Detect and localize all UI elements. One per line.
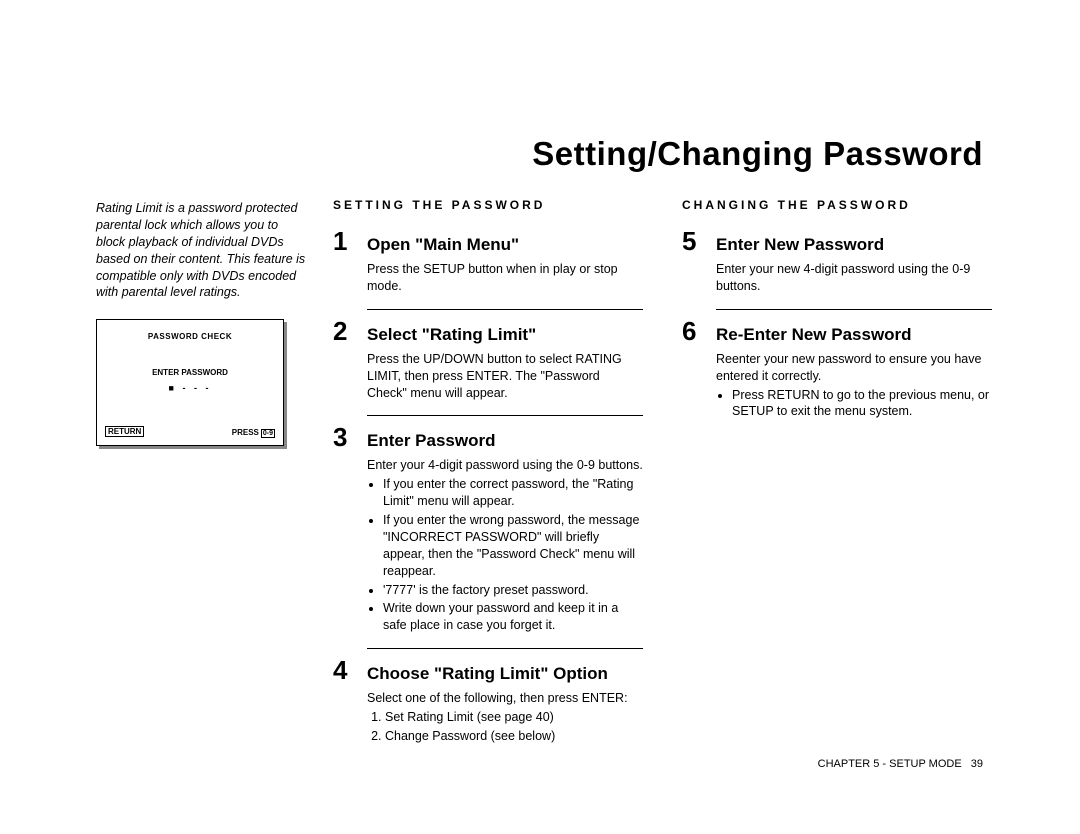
step-2: 2 Select "Rating Limit" Press the UP/DOW… — [333, 316, 643, 402]
step-body-text: Enter your 4-digit password using the 0-… — [367, 458, 643, 472]
left-column: SETTING THE PASSWORD 1 Open "Main Menu" … — [333, 198, 643, 755]
intro-text: Rating Limit is a password protected par… — [96, 200, 306, 301]
step-body: Select one of the following, then press … — [367, 690, 643, 745]
step-6: 6 Re-Enter New Password Reenter your new… — [682, 316, 992, 421]
step-body: Press the UP/DOWN button to select RATIN… — [367, 351, 643, 402]
step-body-text: Reenter your new password to ensure you … — [716, 352, 981, 383]
left-column-heading: SETTING THE PASSWORD — [333, 198, 643, 212]
bullet-list: If you enter the correct password, the "… — [367, 476, 643, 634]
divider — [367, 415, 643, 416]
step-number: 1 — [333, 226, 357, 257]
divider — [367, 648, 643, 649]
step-1: 1 Open "Main Menu" Press the SETUP butto… — [333, 226, 643, 295]
step-number: 4 — [333, 655, 357, 686]
sidebar: Rating Limit is a password protected par… — [96, 200, 306, 446]
step-title: Open "Main Menu" — [367, 235, 519, 255]
step-title: Choose "Rating Limit" Option — [367, 664, 608, 684]
screen-cursor: ■ - - - — [97, 383, 283, 393]
step-number: 6 — [682, 316, 706, 347]
step-body: Press the SETUP button when in play or s… — [367, 261, 643, 295]
page: Setting/Changing Password Rating Limit i… — [0, 0, 1080, 834]
screen-09-button: 0-9 — [261, 429, 275, 438]
page-footer: CHAPTER 5 - SETUP MODE 39 — [818, 758, 983, 770]
list-item: If you enter the correct password, the "… — [383, 476, 643, 510]
step-title: Enter New Password — [716, 235, 884, 255]
divider — [367, 309, 643, 310]
step-body-text: Select one of the following, then press … — [367, 691, 628, 705]
list-item: Change Password (see below) — [385, 728, 643, 745]
step-5: 5 Enter New Password Enter your new 4-di… — [682, 226, 992, 295]
list-item: Write down your password and keep it in … — [383, 600, 643, 634]
bullet-list: Press RETURN to go to the previous menu,… — [716, 387, 992, 421]
divider — [716, 309, 992, 310]
list-item: '7777' is the factory preset password. — [383, 582, 643, 599]
step-body: Enter your 4-digit password using the 0-… — [367, 457, 643, 634]
step-title: Enter Password — [367, 431, 496, 451]
step-number: 5 — [682, 226, 706, 257]
right-column-heading: CHANGING THE PASSWORD — [682, 198, 992, 212]
screen-return-button: RETURN — [105, 426, 144, 437]
step-body: Reenter your new password to ensure you … — [716, 351, 992, 421]
step-title: Re-Enter New Password — [716, 325, 912, 345]
step-number: 3 — [333, 422, 357, 453]
page-number: 39 — [971, 758, 983, 770]
chapter-label: CHAPTER 5 - SETUP MODE — [818, 758, 962, 770]
ordered-list: Set Rating Limit (see page 40) Change Pa… — [367, 709, 643, 745]
list-item: If you enter the wrong password, the mes… — [383, 512, 643, 580]
list-item: Press RETURN to go to the previous menu,… — [732, 387, 992, 421]
step-3: 3 Enter Password Enter your 4-digit pass… — [333, 422, 643, 634]
step-number: 2 — [333, 316, 357, 347]
step-body: Enter your new 4-digit password using th… — [716, 261, 992, 295]
screen-press-label: PRESS0-9 — [232, 428, 275, 437]
step-title: Select "Rating Limit" — [367, 325, 536, 345]
screen-enter-label: ENTER PASSWORD — [97, 368, 283, 377]
right-column: CHANGING THE PASSWORD 5 Enter New Passwo… — [682, 198, 992, 430]
screen-title: PASSWORD CHECK — [97, 332, 283, 341]
password-check-screen: PASSWORD CHECK ENTER PASSWORD ■ - - - RE… — [96, 319, 284, 446]
screen-press-text: PRESS — [232, 428, 259, 437]
list-item: Set Rating Limit (see page 40) — [385, 709, 643, 726]
step-4: 4 Choose "Rating Limit" Option Select on… — [333, 655, 643, 745]
page-title: Setting/Changing Password — [532, 135, 983, 173]
